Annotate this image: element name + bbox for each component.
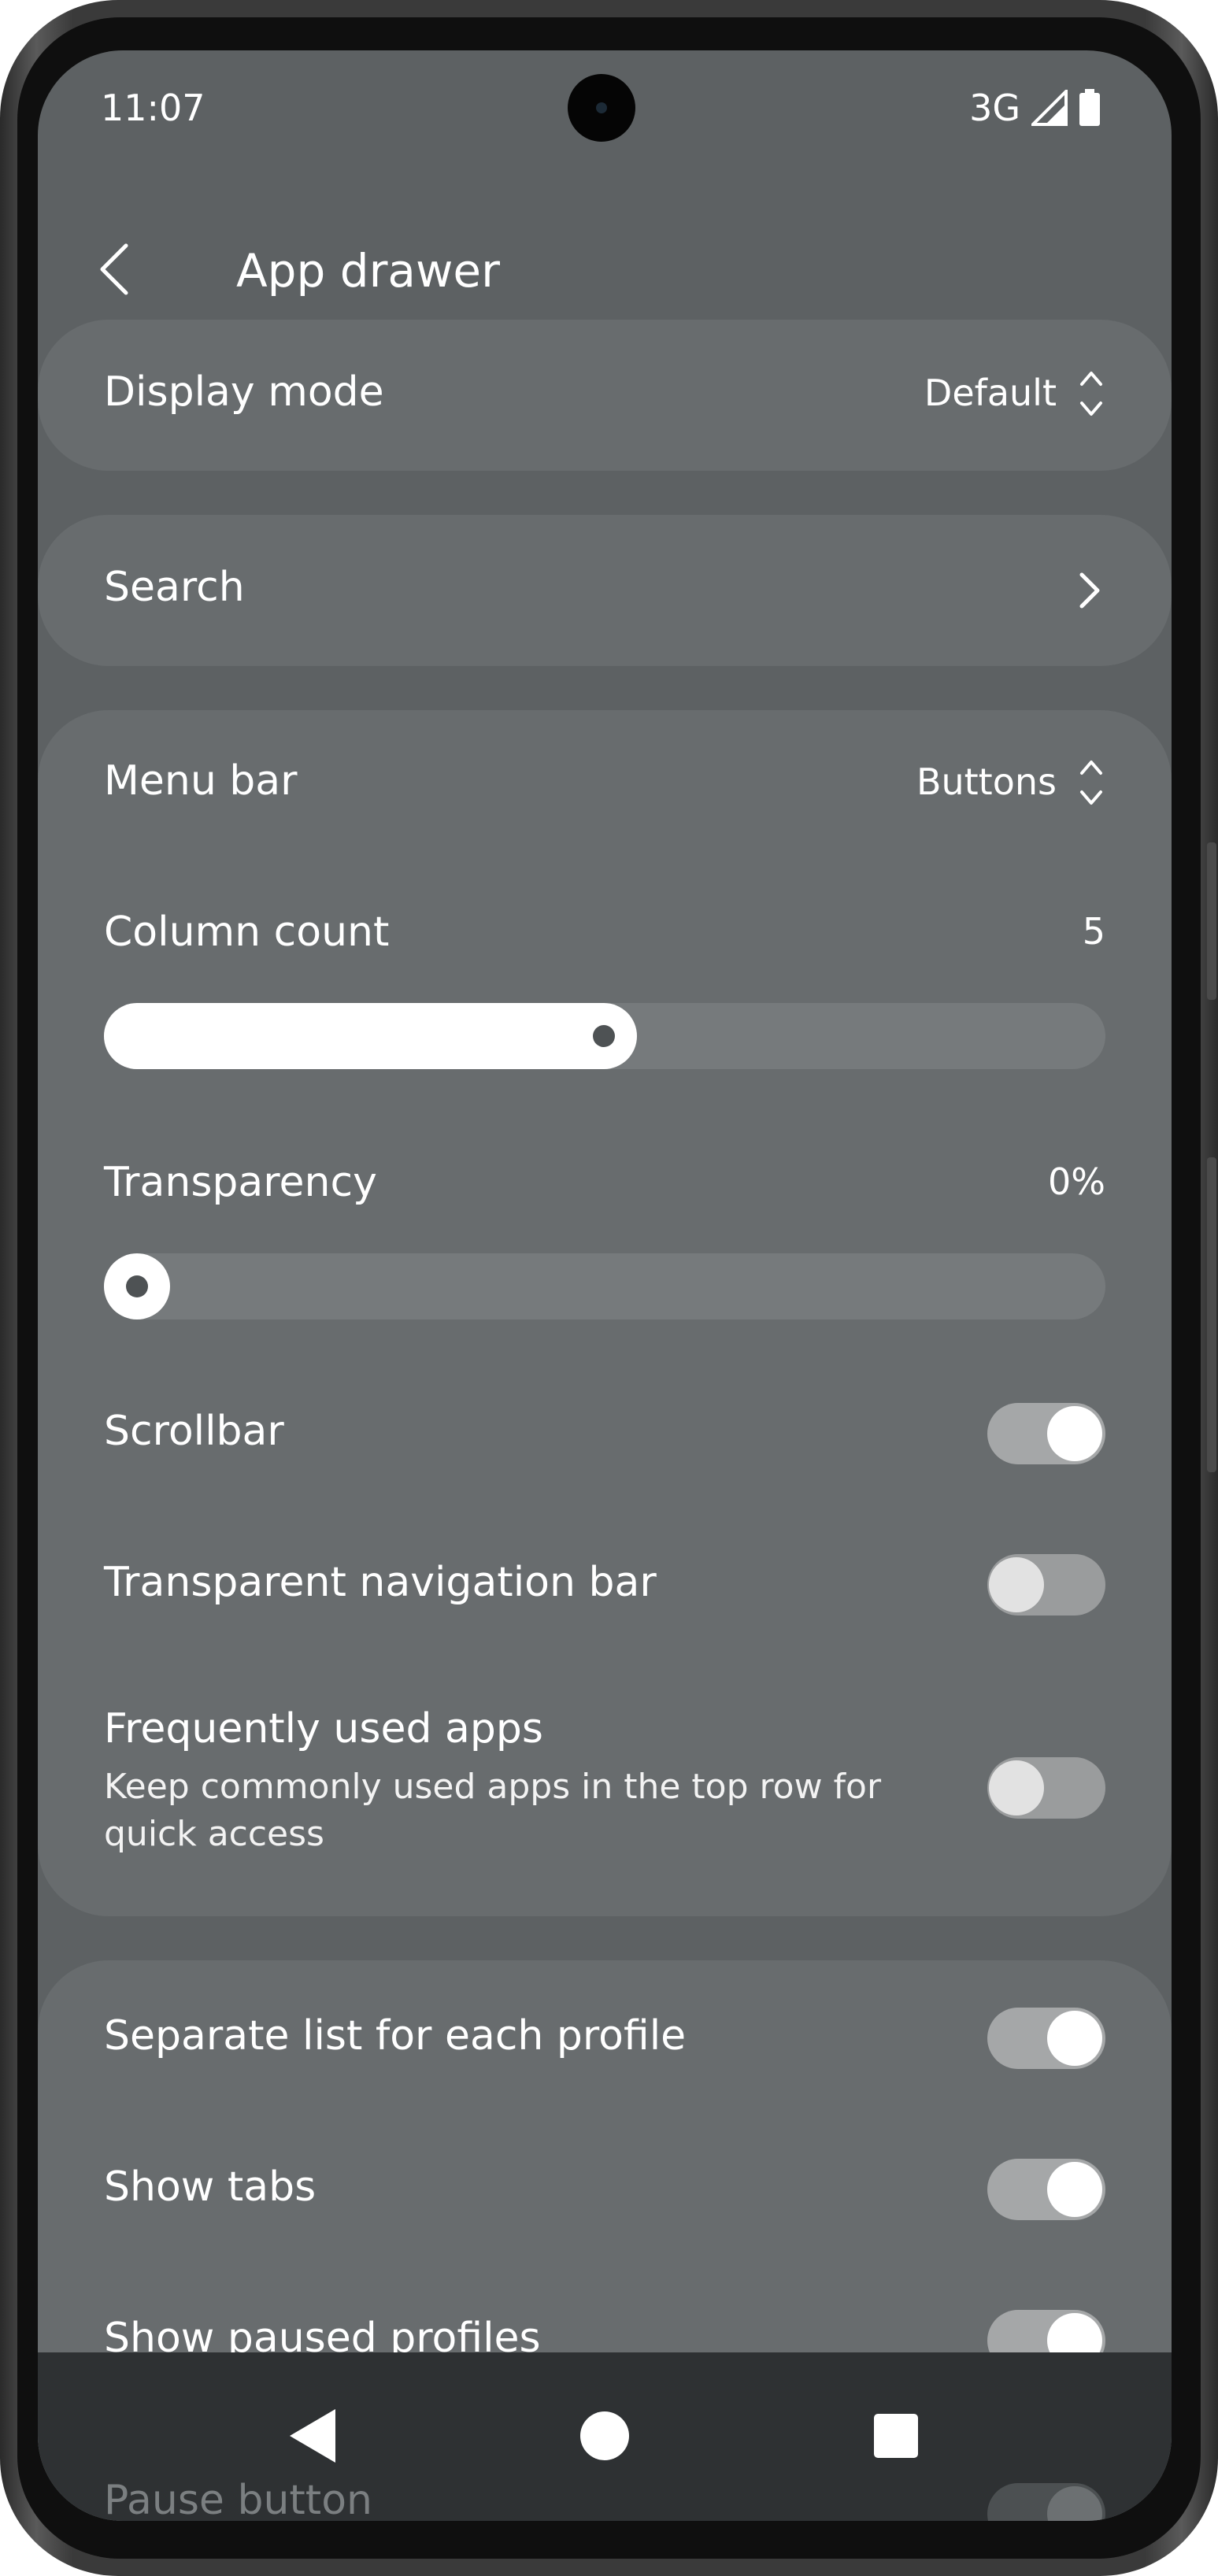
separate-list-label: Separate list for each profile: [104, 2012, 687, 2060]
arrow-back-icon[interactable]: [85, 238, 148, 301]
column-count-slider[interactable]: [104, 1003, 1105, 1069]
unfold-icon: [1080, 761, 1102, 805]
signal-icon: [1031, 90, 1068, 126]
scrollbar-setting[interactable]: Scrollbar: [104, 1403, 1105, 1466]
show-tabs-label: Show tabs: [104, 2163, 317, 2211]
column-count-slider-handle[interactable]: [593, 1025, 615, 1047]
transparency-header: Transparency 0%: [104, 1159, 1105, 1214]
battery-icon: [1079, 89, 1100, 126]
transparent-navigation-bar-label: Transparent navigation bar: [104, 1559, 657, 1606]
front-camera: [568, 74, 635, 142]
column-count-slider-fill: [104, 1003, 637, 1069]
unfold-icon: [1080, 372, 1102, 416]
status-icons: 3G: [969, 87, 1101, 129]
navigation-bar: Pause button: [38, 2352, 1172, 2521]
show-tabs-toggle[interactable]: [987, 2159, 1105, 2220]
menu-bar-setting[interactable]: Menu bar Buttons: [104, 757, 1105, 812]
transparency-value: 0%: [1048, 1160, 1105, 1203]
frequently-used-apps-toggle[interactable]: [987, 1757, 1105, 1819]
search-label: Search: [104, 564, 245, 611]
show-tabs-setting[interactable]: Show tabs: [104, 2159, 1105, 2222]
search-setting[interactable]: Search: [38, 515, 1172, 666]
status-time: 11:07: [101, 87, 205, 129]
power-button: [1207, 1157, 1216, 1472]
page-title: App drawer: [236, 244, 500, 298]
volume-button: [1207, 842, 1216, 1000]
display-mode-setting[interactable]: Display mode Default: [38, 320, 1172, 471]
pause-button-toggle[interactable]: [987, 2483, 1105, 2521]
menu-bar-value: Buttons: [916, 761, 1057, 803]
transparency-slider[interactable]: [104, 1253, 1105, 1319]
transparent-navigation-bar-toggle[interactable]: [987, 1554, 1105, 1616]
pause-button-label: Pause button: [104, 2477, 372, 2521]
nav-back-icon[interactable]: [274, 2396, 353, 2475]
app-bar: App drawer: [38, 208, 1172, 326]
column-count-label: Column count: [104, 909, 390, 956]
separate-list-setting[interactable]: Separate list for each profile: [104, 2008, 1105, 2071]
screen: 11:07 3G App drawer Display mode Default: [38, 50, 1172, 2521]
separate-list-toggle[interactable]: [987, 2008, 1105, 2069]
transparency-slider-handle[interactable]: [104, 1253, 170, 1319]
chevron-right-icon: [1079, 572, 1100, 609]
nav-home-icon[interactable]: [565, 2396, 644, 2475]
network-type: 3G: [969, 87, 1020, 129]
transparency-label: Transparency: [104, 1159, 377, 1206]
frequently-used-apps-setting[interactable]: Frequently used apps Keep commonly used …: [104, 1705, 1105, 1863]
status-bar: 11:07 3G: [38, 50, 1172, 168]
nav-recent-icon[interactable]: [857, 2396, 935, 2475]
scrollbar-toggle[interactable]: [987, 1403, 1105, 1464]
display-mode-label: Display mode: [104, 368, 384, 416]
column-count-value: 5: [1082, 910, 1105, 953]
frequently-used-apps-summary: Keep commonly used apps in the top row f…: [104, 1767, 882, 1854]
column-count-header: Column count 5: [104, 909, 1105, 964]
scrollbar-label: Scrollbar: [104, 1408, 284, 1455]
frequently-used-apps-label: Frequently used apps: [104, 1705, 543, 1752]
display-mode-value: Default: [924, 372, 1057, 414]
menu-bar-label: Menu bar: [104, 757, 298, 805]
app-drawer-settings-group: Menu bar Buttons Column count 5 Transpar…: [38, 710, 1172, 1916]
transparent-navigation-bar-setting[interactable]: Transparent navigation bar: [104, 1554, 1105, 1617]
